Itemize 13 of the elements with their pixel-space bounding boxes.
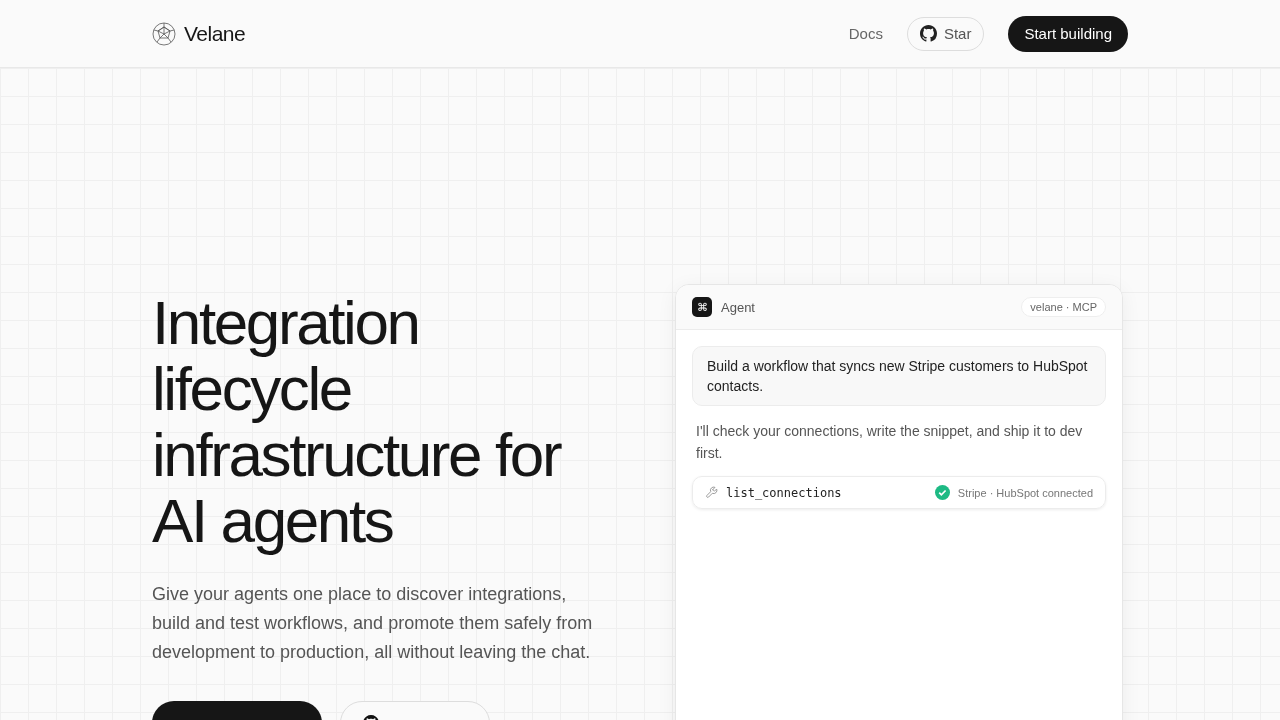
brand-name[interactable]: Velane [184, 21, 246, 46]
tool-name: list_connections [726, 485, 842, 500]
star-button[interactable]: Star [906, 16, 985, 51]
command-icon: ⌘ [692, 297, 712, 317]
user-message: Build a workflow that syncs new Stripe customers to HubSpot contacts. [692, 346, 1106, 406]
card-title: Agent [721, 299, 755, 315]
docs-link[interactable]: Docs [848, 25, 883, 42]
mcp-badge: velane · MCP [1021, 297, 1106, 317]
agent-message: I'll check your connections, write the snippet, and ship it to dev first. [695, 422, 1084, 463]
hero-heading: Integration lifecycle infrastructure for AI agents [152, 290, 562, 554]
start-building-button[interactable]: Start building [1008, 15, 1128, 52]
hero-subtitle: Give your agents one place to discover integrations, build and test workflows, and promote them safely from development to production, all without leaving the chat. [152, 583, 594, 664]
connection-status: Stripe · HubSpot connected [957, 486, 1093, 499]
